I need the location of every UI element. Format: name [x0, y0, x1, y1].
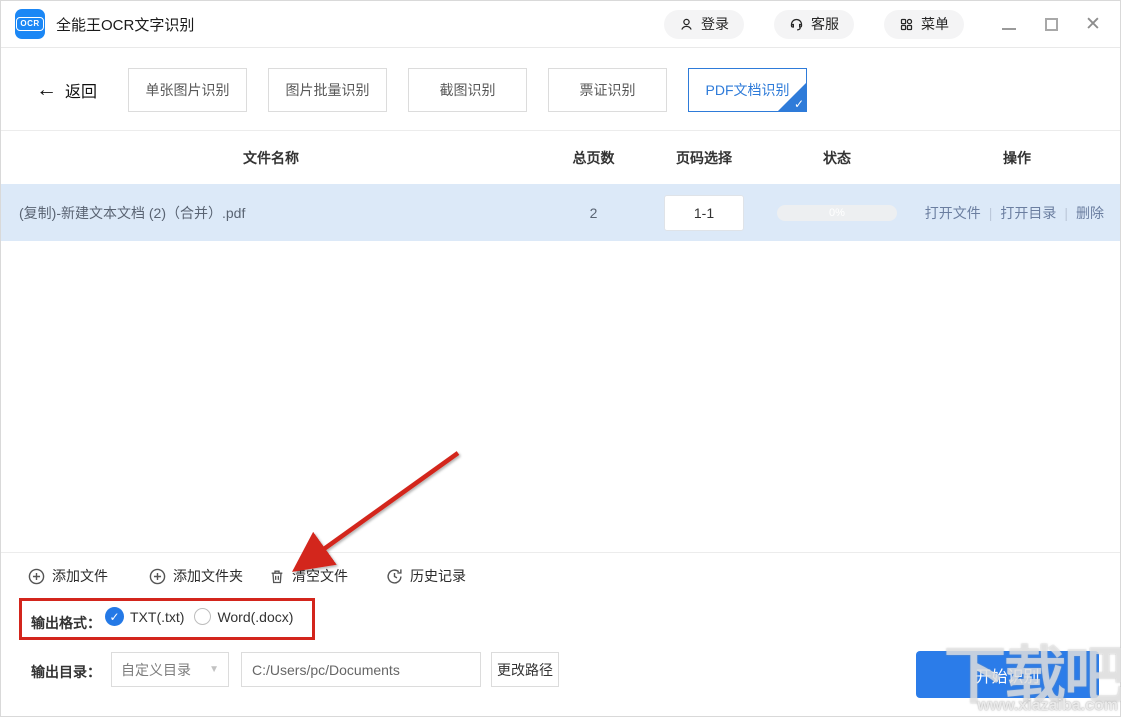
- open-folder-link[interactable]: 打开目录: [1000, 203, 1056, 223]
- chevron-down-icon: ▼: [209, 664, 219, 675]
- header-status: 状态: [776, 132, 898, 184]
- add-folder-button[interactable]: 添加文件夹: [149, 562, 243, 590]
- app-logo-icon: OCR: [15, 9, 45, 39]
- plus-circle-icon: [28, 568, 45, 585]
- mode-tabs: 单张图片识别 图片批量识别 截图识别 票证识别 PDF文档识别 ✓: [128, 68, 807, 112]
- radio-word-label: Word(.docx): [217, 609, 293, 625]
- header-total-pages: 总页数: [546, 132, 641, 184]
- red-arrow-annotation: [281, 441, 471, 581]
- history-button[interactable]: 历史记录: [386, 562, 466, 590]
- user-icon: [679, 17, 694, 32]
- output-dir-label: 输出目录：: [31, 662, 101, 682]
- tab-pdf-label: PDF文档识别: [706, 80, 790, 100]
- back-arrow-icon: ←: [36, 79, 57, 100]
- back-label: 返回: [65, 78, 97, 102]
- mode-nav: ← 返回 单张图片识别 图片批量识别 截图识别 票证识别 PDF文档识别 ✓: [1, 49, 1120, 131]
- dir-type-value: 自定义目录: [121, 660, 191, 680]
- output-path-input[interactable]: [241, 652, 481, 687]
- change-path-button[interactable]: 更改路径: [491, 652, 559, 687]
- output-format-label: 输出格式：: [31, 613, 101, 633]
- status-cell: 0%: [776, 184, 898, 241]
- clear-files-button[interactable]: 清空文件: [269, 562, 348, 590]
- radio-txt[interactable]: ✓ TXT(.txt): [105, 607, 184, 626]
- titlebar: OCR 全能王OCR文字识别 登录 客服: [1, 1, 1120, 48]
- history-label: 历史记录: [410, 566, 466, 586]
- separator: |: [989, 205, 993, 221]
- progress-bar: 0%: [777, 205, 897, 221]
- separator: |: [1064, 205, 1068, 221]
- window-controls: ✕: [1000, 15, 1106, 33]
- watermark-url: www.xiazaiba.com: [977, 697, 1118, 715]
- file-table-header: 文件名称 总页数 页码选择 状态 操作: [1, 132, 1120, 184]
- logo-text: OCR: [16, 17, 43, 31]
- clear-files-label: 清空文件: [292, 566, 348, 586]
- header-actions: 操作: [956, 132, 1078, 184]
- start-recognition-button[interactable]: 开始识别: [916, 651, 1099, 698]
- login-label: 登录: [701, 14, 729, 34]
- delete-link[interactable]: 删除: [1076, 203, 1104, 223]
- history-clock-icon: [386, 568, 403, 585]
- trash-icon: [269, 568, 285, 585]
- tab-ticket-ocr[interactable]: 票证识别: [548, 68, 667, 112]
- file-name: (复制)-新建文本文档 (2)（合并）.pdf: [19, 184, 539, 241]
- radio-word[interactable]: Word(.docx): [194, 608, 293, 625]
- login-button[interactable]: 登录: [664, 10, 744, 39]
- plus-circle-icon: [149, 568, 166, 585]
- output-format-options: ✓ TXT(.txt) Word(.docx): [105, 607, 293, 626]
- progress-label: 0%: [829, 207, 845, 219]
- tab-screenshot-ocr[interactable]: 截图识别: [408, 68, 527, 112]
- radio-txt-label: TXT(.txt): [130, 609, 184, 625]
- selected-check-icon: ✓: [794, 97, 804, 111]
- minimize-icon: [1002, 28, 1016, 30]
- dir-type-select[interactable]: 自定义目录 ▼: [111, 652, 229, 687]
- open-file-link[interactable]: 打开文件: [925, 203, 981, 223]
- menu-button[interactable]: 菜单: [884, 10, 964, 39]
- header-filename: 文件名称: [1, 132, 541, 184]
- tab-single-image-ocr[interactable]: 单张图片识别: [128, 68, 247, 112]
- tab-pdf-ocr[interactable]: PDF文档识别 ✓: [688, 68, 807, 112]
- close-icon: ✕: [1085, 15, 1101, 34]
- page-range-input[interactable]: [664, 195, 744, 231]
- minimize-button[interactable]: [1000, 15, 1018, 33]
- add-file-button[interactable]: 添加文件: [28, 562, 108, 590]
- maximize-icon: [1045, 18, 1058, 31]
- app-title: 全能王OCR文字识别: [56, 14, 194, 35]
- grid-menu-icon: [899, 17, 914, 32]
- toolbar-divider: [1, 552, 1120, 553]
- tab-batch-image-ocr[interactable]: 图片批量识别: [268, 68, 387, 112]
- support-button[interactable]: 客服: [774, 10, 854, 39]
- file-total-pages: 2: [546, 184, 641, 241]
- add-file-label: 添加文件: [52, 566, 108, 586]
- radio-unchecked-icon: [194, 608, 211, 625]
- support-label: 客服: [811, 14, 839, 34]
- maximize-button[interactable]: [1042, 15, 1060, 33]
- headset-icon: [789, 17, 804, 32]
- row-actions: 打开文件 | 打开目录 | 删除: [925, 184, 1104, 241]
- change-path-label: 更改路径: [497, 660, 553, 680]
- back-button[interactable]: ← 返回: [36, 78, 97, 102]
- menu-label: 菜单: [921, 14, 949, 34]
- close-button[interactable]: ✕: [1084, 15, 1102, 33]
- radio-checked-icon: ✓: [105, 607, 124, 626]
- app-window: OCR 全能王OCR文字识别 登录 客服: [0, 0, 1121, 717]
- add-folder-label: 添加文件夹: [173, 566, 243, 586]
- page-select-cell: [656, 184, 752, 241]
- titlebar-actions: 登录 客服 菜单 ✕: [664, 10, 1106, 39]
- table-row: (复制)-新建文本文档 (2)（合并）.pdf 2 0% 打开文件 | 打开目录…: [1, 184, 1120, 241]
- header-page-select: 页码选择: [656, 132, 752, 184]
